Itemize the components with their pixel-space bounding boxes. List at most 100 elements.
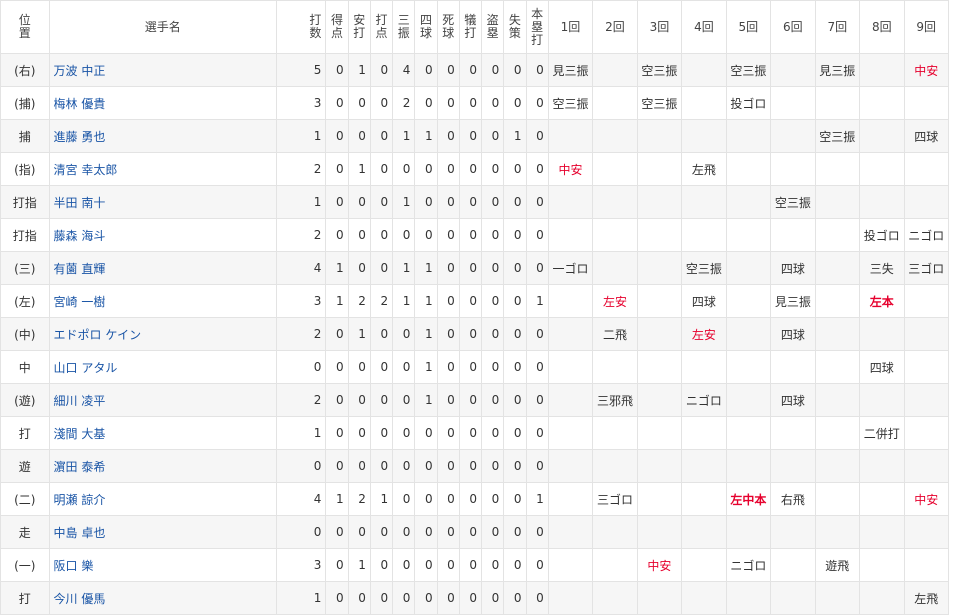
stat-cell: 0 [458, 185, 483, 219]
player-name-link[interactable]: 淺間 大基 [48, 416, 277, 450]
player-name-link[interactable]: 有薗 直輝 [48, 251, 277, 285]
stat-cell: 0 [275, 350, 327, 384]
stat-cell: 0 [481, 284, 505, 318]
stat-cell: 0 [392, 317, 416, 351]
inning-result-3: 中安 [636, 548, 683, 582]
stat-cell: 0 [525, 185, 549, 219]
player-name-link[interactable]: 阪口 樂 [48, 548, 277, 582]
inning-result-2: 三ゴロ [592, 482, 638, 516]
inning-result-5 [725, 284, 772, 318]
stat-cell: 0 [392, 482, 416, 516]
inning-result-4 [681, 350, 727, 384]
inning-result-7 [814, 86, 861, 120]
player-position: 捕 [0, 119, 50, 153]
stat-cell: 0 [369, 251, 394, 285]
stat-cell: 0 [436, 284, 460, 318]
player-name-link[interactable]: 細川 凌平 [48, 383, 277, 417]
inning-result-6: 右飛 [770, 482, 816, 516]
player-name-link[interactable]: 半田 南十 [48, 185, 277, 219]
stat-cell: 0 [325, 218, 349, 252]
stat-cell: 1 [414, 383, 438, 417]
header-stat-label: 打数 [309, 13, 322, 40]
header-stat-1: 得点 [325, 0, 349, 54]
stat-cell: 0 [347, 185, 371, 219]
stat-cell: 2 [392, 86, 416, 120]
inning-result-2: 左安 [592, 284, 638, 318]
inning-result-1 [547, 119, 594, 153]
inning-result-2 [592, 251, 638, 285]
inning-result-2 [592, 416, 638, 450]
inning-result-4: 左飛 [681, 152, 727, 186]
player-name-link[interactable]: 中島 卓也 [48, 515, 277, 549]
inning-result-4: 四球 [681, 284, 727, 318]
inning-result-9 [903, 284, 949, 318]
player-name-link[interactable]: 藤森 海斗 [48, 218, 277, 252]
stat-cell: 4 [275, 482, 327, 516]
player-name-link[interactable]: 進藤 勇也 [48, 119, 277, 153]
inning-result-2 [592, 86, 638, 120]
inning-result-6 [770, 548, 816, 582]
inning-result-7 [814, 152, 861, 186]
inning-result-3 [636, 317, 683, 351]
inning-result-1 [547, 383, 594, 417]
stat-cell: 1 [525, 482, 549, 516]
inning-result-7 [814, 251, 861, 285]
inning-result-5: 投ゴロ [725, 86, 772, 120]
table-row: 走中島 卓也 0 0 0 0 0 0 0 0 0 0 0 [0, 515, 949, 549]
inning-result-3 [636, 284, 683, 318]
stat-cell: 1 [347, 317, 371, 351]
stat-cell: 0 [436, 581, 460, 615]
header-stat-5: 四球 [414, 0, 438, 54]
inning-result-8 [859, 86, 905, 120]
inning-result-6: 四球 [770, 251, 816, 285]
player-name-link[interactable]: 清宮 幸太郎 [48, 152, 277, 186]
player-name-link[interactable]: 山口 アタル [48, 350, 277, 384]
player-name-link[interactable]: 梅林 優貴 [48, 86, 277, 120]
inning-result-1 [547, 449, 594, 483]
stat-cell: 0 [503, 482, 527, 516]
stat-cell: 0 [503, 53, 527, 87]
stat-cell: 1 [275, 119, 327, 153]
inning-result-2 [592, 218, 638, 252]
inning-result-6 [770, 86, 816, 120]
stat-cell: 0 [325, 383, 349, 417]
inning-result-5 [725, 317, 772, 351]
inning-result-8 [859, 548, 905, 582]
table-row: 打指 藤森 海斗 2 0 0 0 0 0 0 0 0 0 0 投ゴロ ニゴロ [0, 218, 949, 252]
stat-cell: 1 [392, 284, 416, 318]
inning-result-2: 三邪飛 [592, 383, 638, 417]
stat-cell: 0 [369, 350, 394, 384]
inning-result-7 [814, 449, 861, 483]
stat-cell: 0 [392, 548, 416, 582]
player-name-link[interactable]: 明瀬 諒介 [48, 482, 277, 516]
stat-cell: 1 [392, 185, 416, 219]
stat-cell: 0 [525, 515, 549, 549]
stat-cell: 0 [525, 449, 549, 483]
player-name-link[interactable]: 今川 優馬 [48, 581, 277, 615]
inning-result-4 [681, 86, 727, 120]
stat-cell: 0 [503, 185, 527, 219]
stat-cell: 4 [392, 53, 416, 87]
inning-result-8 [859, 515, 905, 549]
stat-cell: 0 [458, 383, 483, 417]
header-row: 位置 選手名 打数 得点 安打 打点 三振 四球 死球 犠打 盗塁 失策 本塁打 1回 2回 3回 4回 5回… [0, 0, 949, 54]
inning-result-1: 見三振 [547, 53, 594, 87]
stat-cell: 0 [414, 218, 438, 252]
inning-result-8 [859, 581, 905, 615]
player-name-link[interactable]: 宮崎 一樹 [48, 284, 277, 318]
player-name-link[interactable]: 濵田 泰希 [48, 449, 277, 483]
player-position: 打指 [0, 218, 50, 252]
inning-result-5: 左中本 [725, 482, 772, 516]
player-position: (中) [0, 317, 50, 351]
player-position: 遊 [0, 449, 50, 483]
inning-result-6 [770, 449, 816, 483]
inning-result-1 [547, 284, 594, 318]
inning-result-2: 二飛 [592, 317, 638, 351]
stat-cell: 0 [369, 53, 394, 87]
player-name-link[interactable]: エドポロ ケイン [48, 317, 277, 351]
stat-cell: 0 [347, 581, 371, 615]
player-name-link[interactable]: 万波 中正 [48, 53, 277, 87]
stat-cell: 5 [275, 53, 327, 87]
inning-result-5: 空三振 [725, 53, 772, 87]
stat-cell: 0 [325, 185, 349, 219]
